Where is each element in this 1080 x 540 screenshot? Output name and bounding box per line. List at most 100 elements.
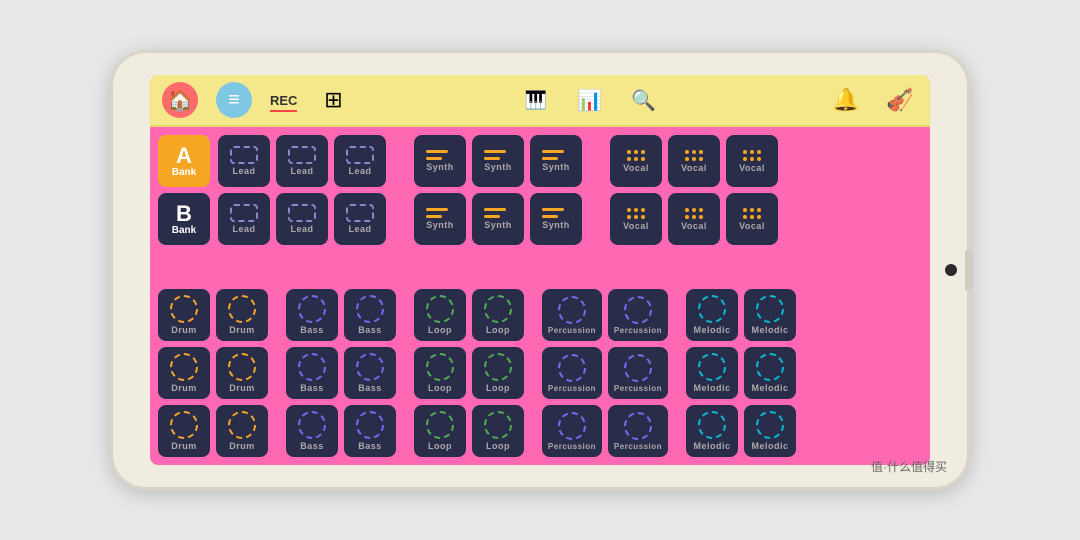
drum-pad-3[interactable]: Drum [158, 347, 210, 399]
synth-pad-3[interactable]: Synth [530, 135, 582, 187]
vocal-pad-6[interactable]: Vocal [726, 193, 778, 245]
synth-pad-6[interactable]: Synth [530, 193, 582, 245]
list-button[interactable]: ≡ [216, 82, 252, 118]
vocal-section: Vocal Vocal Vocal [610, 135, 778, 281]
bass-pad-1[interactable]: Bass [286, 289, 338, 341]
bass-label: Bass [300, 441, 324, 451]
drum-pad-4[interactable]: Drum [216, 347, 268, 399]
vocal-icon [743, 150, 761, 161]
vocal-pad-5[interactable]: Vocal [668, 193, 720, 245]
bass-section: Bass Bass Bass Bass [286, 289, 396, 457]
bass-pad-6[interactable]: Bass [344, 405, 396, 457]
lead-icon [346, 146, 374, 164]
drum-icon [170, 353, 198, 381]
synth-icon [426, 150, 454, 160]
bass-label: Bass [358, 441, 382, 451]
drum-pad-2[interactable]: Drum [216, 289, 268, 341]
phone-frame: 🏠 ≡ REC ⊞ 🎹 📊 🔍 🔔 🎻 A Bank B Bank [110, 50, 970, 490]
melodic-pad-6[interactable]: Melodic [744, 405, 796, 457]
percussion-pad-6[interactable]: Percussion [608, 405, 668, 457]
loop-icon [484, 295, 512, 323]
lead-pad-6[interactable]: Lead [334, 193, 386, 245]
drum-label: Drum [171, 325, 197, 335]
percussion-pad-3[interactable]: Percussion [542, 347, 602, 399]
melodic-pad-3[interactable]: Melodic [686, 347, 738, 399]
drum-pad-6[interactable]: Drum [216, 405, 268, 457]
bass-pad-2[interactable]: Bass [344, 289, 396, 341]
drum-pad-5[interactable]: Drum [158, 405, 210, 457]
synth-pad-2[interactable]: Synth [472, 135, 524, 187]
bank-b-label: Bank [172, 225, 196, 236]
melodic-pad-5[interactable]: Melodic [686, 405, 738, 457]
vocal-pad-2[interactable]: Vocal [668, 135, 720, 187]
rec-button[interactable]: REC [270, 93, 297, 108]
vocal-pad-4[interactable]: Vocal [610, 193, 662, 245]
lead-pad-4[interactable]: Lead [218, 193, 270, 245]
percussion-icon [558, 354, 586, 382]
equalizer-button[interactable]: 📊 [572, 82, 608, 118]
lead-pad-5[interactable]: Lead [276, 193, 328, 245]
synth-pad-1[interactable]: Synth [414, 135, 466, 187]
loop-pad-2[interactable]: Loop [472, 289, 524, 341]
loop-label: Loop [486, 383, 510, 393]
loop-icon [484, 353, 512, 381]
lead-pad-3[interactable]: Lead [334, 135, 386, 187]
bass-pad-4[interactable]: Bass [344, 347, 396, 399]
loop-pad-6[interactable]: Loop [472, 405, 524, 457]
loop-pad-5[interactable]: Loop [414, 405, 466, 457]
bass-pad-5[interactable]: Bass [286, 405, 338, 457]
drum-pad-1[interactable]: Drum [158, 289, 210, 341]
percussion-icon [624, 412, 652, 440]
percussion-pad-5[interactable]: Percussion [542, 405, 602, 457]
melodic-label: Melodic [751, 383, 788, 393]
melodic-icon [698, 353, 726, 381]
drum-icon [170, 411, 198, 439]
loop-pad-3[interactable]: Loop [414, 347, 466, 399]
violin-button[interactable]: 🎻 [882, 82, 918, 118]
vocal-pad-1[interactable]: Vocal [610, 135, 662, 187]
bank-a-button[interactable]: A Bank [158, 135, 210, 187]
melodic-pad-1[interactable]: Melodic [686, 289, 738, 341]
home-button[interactable]: 🏠 [162, 82, 198, 118]
percussion-pad-4[interactable]: Percussion [608, 347, 668, 399]
bass-label: Bass [300, 325, 324, 335]
synth-pad-5[interactable]: Synth [472, 193, 524, 245]
main-content: A Bank B Bank Lead Lead [150, 127, 930, 289]
vocal-label: Vocal [739, 163, 765, 173]
drum-label: Drum [229, 441, 255, 451]
search-button[interactable]: 🔍 [626, 82, 662, 118]
drum-icon [228, 353, 256, 381]
lead-row-2: Lead Lead Lead [218, 193, 386, 245]
percussion-label: Percussion [548, 326, 596, 335]
bottom-pad-area: Drum Drum Drum Drum [150, 289, 930, 465]
synth-pad-4[interactable]: Synth [414, 193, 466, 245]
synth-label: Synth [426, 220, 454, 230]
bank-b-button[interactable]: B Bank [158, 193, 210, 245]
lead-pad-1[interactable]: Lead [218, 135, 270, 187]
synth-icon [484, 208, 512, 218]
loop-pad-4[interactable]: Loop [472, 347, 524, 399]
melodic-label: Melodic [693, 325, 730, 335]
vocal-pad-3[interactable]: Vocal [726, 135, 778, 187]
synth-label: Synth [542, 162, 570, 172]
loop-label: Loop [428, 383, 452, 393]
bass-pad-3[interactable]: Bass [286, 347, 338, 399]
bass-label: Bass [358, 325, 382, 335]
bank-a-label: Bank [172, 167, 196, 178]
percussion-label: Percussion [614, 326, 662, 335]
vocal-label: Vocal [739, 221, 765, 231]
bell-button[interactable]: 🔔 [828, 82, 864, 118]
percussion-icon [624, 296, 652, 324]
percussion-pad-1[interactable]: Percussion [542, 289, 602, 341]
melodic-pad-2[interactable]: Melodic [744, 289, 796, 341]
piano-button[interactable]: 🎹 [518, 82, 554, 118]
melodic-pad-4[interactable]: Melodic [744, 347, 796, 399]
bass-icon [356, 353, 384, 381]
percussion-pad-2[interactable]: Percussion [608, 289, 668, 341]
grid-button[interactable]: ⊞ [315, 82, 351, 118]
loop-section: Loop Loop Loop Loop [414, 289, 524, 457]
lead-section: Lead Lead Lead Lead [218, 135, 386, 281]
loop-pad-1[interactable]: Loop [414, 289, 466, 341]
lead-pad-2[interactable]: Lead [276, 135, 328, 187]
vocal-icon [627, 150, 645, 161]
